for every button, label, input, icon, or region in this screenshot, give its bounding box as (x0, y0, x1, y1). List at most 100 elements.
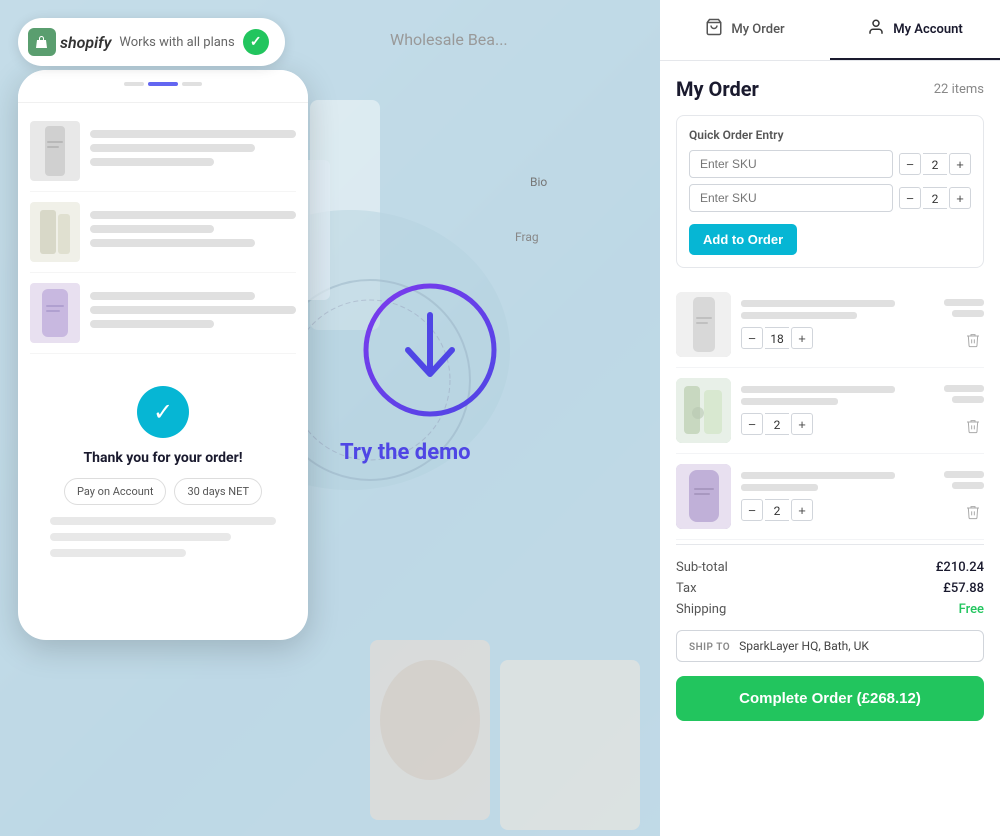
qty-decrement-2[interactable]: − (899, 187, 921, 209)
my-account-tab-label: My Account (893, 22, 963, 37)
nav-dot-2 (148, 82, 178, 86)
sku-row-2: − 2 + (689, 184, 971, 212)
ship-to-box: SHIP TO SparkLayer HQ, Bath, UK (676, 630, 984, 662)
product-line (90, 239, 255, 247)
shopify-badge: shopify Works with all plans ✓ (18, 18, 285, 66)
product-qty-inc-1[interactable]: + (791, 327, 813, 349)
pay-on-account-btn[interactable]: Pay on Account (64, 478, 167, 505)
try-demo-text[interactable]: Try the demo (340, 440, 471, 465)
product-row-3: − 2 + (676, 454, 984, 540)
mobile-product-item-2 (30, 192, 296, 273)
shopify-subtitle: Works with all plans (119, 35, 234, 50)
product-price-1 (944, 299, 984, 351)
complete-order-btn[interactable]: Complete Order (£268.12) (676, 676, 984, 721)
user-icon (867, 18, 885, 40)
demo-section: shopify Works with all plans ✓ Wholesale… (0, 0, 660, 836)
product-info-lines-1 (741, 300, 934, 319)
product-thumb-1 (676, 292, 731, 357)
wholesale-text: Wholesale Bea... (390, 30, 508, 49)
price-line (944, 299, 984, 306)
sku-row-1: − 2 + (689, 150, 971, 178)
qty-increment-2[interactable]: + (949, 187, 971, 209)
price-lines-1 (944, 299, 984, 317)
shopify-logo: shopify (28, 28, 111, 56)
order-title-row: My Order 22 items (676, 77, 984, 101)
product-thumb-3 (676, 464, 731, 529)
product-info-2: − 2 + (741, 386, 934, 435)
mobile-product-img-2 (30, 202, 80, 262)
mobile-product-item-3 (30, 273, 296, 354)
thank-you-text: Thank you for your order! (34, 450, 292, 466)
product-line (90, 144, 255, 152)
product-line (90, 320, 214, 328)
nav-dot-1 (124, 82, 144, 86)
price-line (952, 396, 984, 403)
items-count: 22 items (934, 82, 984, 97)
shipping-label: Shipping (676, 602, 726, 617)
tab-my-order[interactable]: My Order (660, 0, 830, 60)
add-to-order-btn[interactable]: Add to Order (689, 224, 797, 255)
product-qty-inc-3[interactable]: + (791, 499, 813, 521)
product-detail-line (741, 312, 857, 319)
net-days-btn[interactable]: 30 days NET (174, 478, 262, 505)
nav-dot-3 (182, 82, 202, 86)
product-line (90, 225, 214, 233)
payment-buttons: Pay on Account 30 days NET (34, 478, 292, 505)
product-qty-row-3: − 2 + (741, 499, 934, 521)
product-info-1: − 18 + (741, 300, 934, 349)
product-line (90, 211, 296, 219)
product-line (90, 292, 255, 300)
download-circle[interactable] (360, 280, 500, 420)
shipping-row: Shipping Free (676, 599, 984, 620)
delete-btn-1[interactable] (962, 329, 984, 351)
shopify-check-icon: ✓ (243, 29, 269, 55)
thank-you-section: ✓ Thank you for your order! Pay on Accou… (18, 366, 308, 585)
price-line (944, 385, 984, 392)
qty-value-2: 2 (923, 187, 947, 209)
product-qty-inc-2[interactable]: + (791, 413, 813, 435)
product-name-line (741, 472, 895, 479)
product-price-2 (944, 385, 984, 437)
product-qty-row-1: − 18 + (741, 327, 934, 349)
sku-input-1[interactable] (689, 150, 893, 178)
product-qty-dec-1[interactable]: − (741, 327, 763, 349)
shipping-value: Free (959, 602, 984, 617)
quick-order-label: Quick Order Entry (689, 128, 971, 142)
qty-increment-1[interactable]: + (949, 153, 971, 175)
product-name-line (741, 300, 895, 307)
panel-header: My Order My Account (660, 0, 1000, 61)
product-detail-line (741, 398, 838, 405)
product-thumb-2 (676, 378, 731, 443)
product-line (90, 158, 214, 166)
mobile-product-img-3 (30, 283, 80, 343)
qty-decrement-1[interactable]: − (899, 153, 921, 175)
price-lines-3 (944, 471, 984, 489)
product-line (90, 130, 296, 138)
shopify-bag-icon (28, 28, 56, 56)
tab-my-account[interactable]: My Account (830, 0, 1000, 60)
product-qty-dec-2[interactable]: − (741, 413, 763, 435)
product-qty-dec-3[interactable]: − (741, 499, 763, 521)
product-image-2 (676, 378, 731, 443)
shopify-name: shopify (60, 33, 111, 52)
my-order-tab-label: My Order (731, 22, 784, 37)
product-row-2: − 2 + (676, 368, 984, 454)
qty-control-1: − 2 + (899, 153, 971, 175)
product-image-3 (676, 464, 731, 529)
tax-row: Tax £57.88 (676, 578, 984, 599)
bag-icon (705, 18, 723, 40)
bottom-lines (34, 517, 292, 557)
product-row-1: − 18 + (676, 282, 984, 368)
product-qty-3: 2 (765, 499, 789, 521)
totals-section: Sub-total £210.24 Tax £57.88 Shipping Fr… (676, 544, 984, 741)
bottom-line (50, 533, 231, 541)
delete-btn-3[interactable] (962, 501, 984, 523)
bottom-line (50, 517, 276, 525)
price-lines-2 (944, 385, 984, 403)
mobile-product-lines-3 (90, 292, 296, 334)
sku-input-2[interactable] (689, 184, 893, 212)
delete-btn-2[interactable] (962, 415, 984, 437)
product-info-lines-3 (741, 472, 934, 491)
price-line (944, 471, 984, 478)
order-title: My Order (676, 77, 759, 101)
